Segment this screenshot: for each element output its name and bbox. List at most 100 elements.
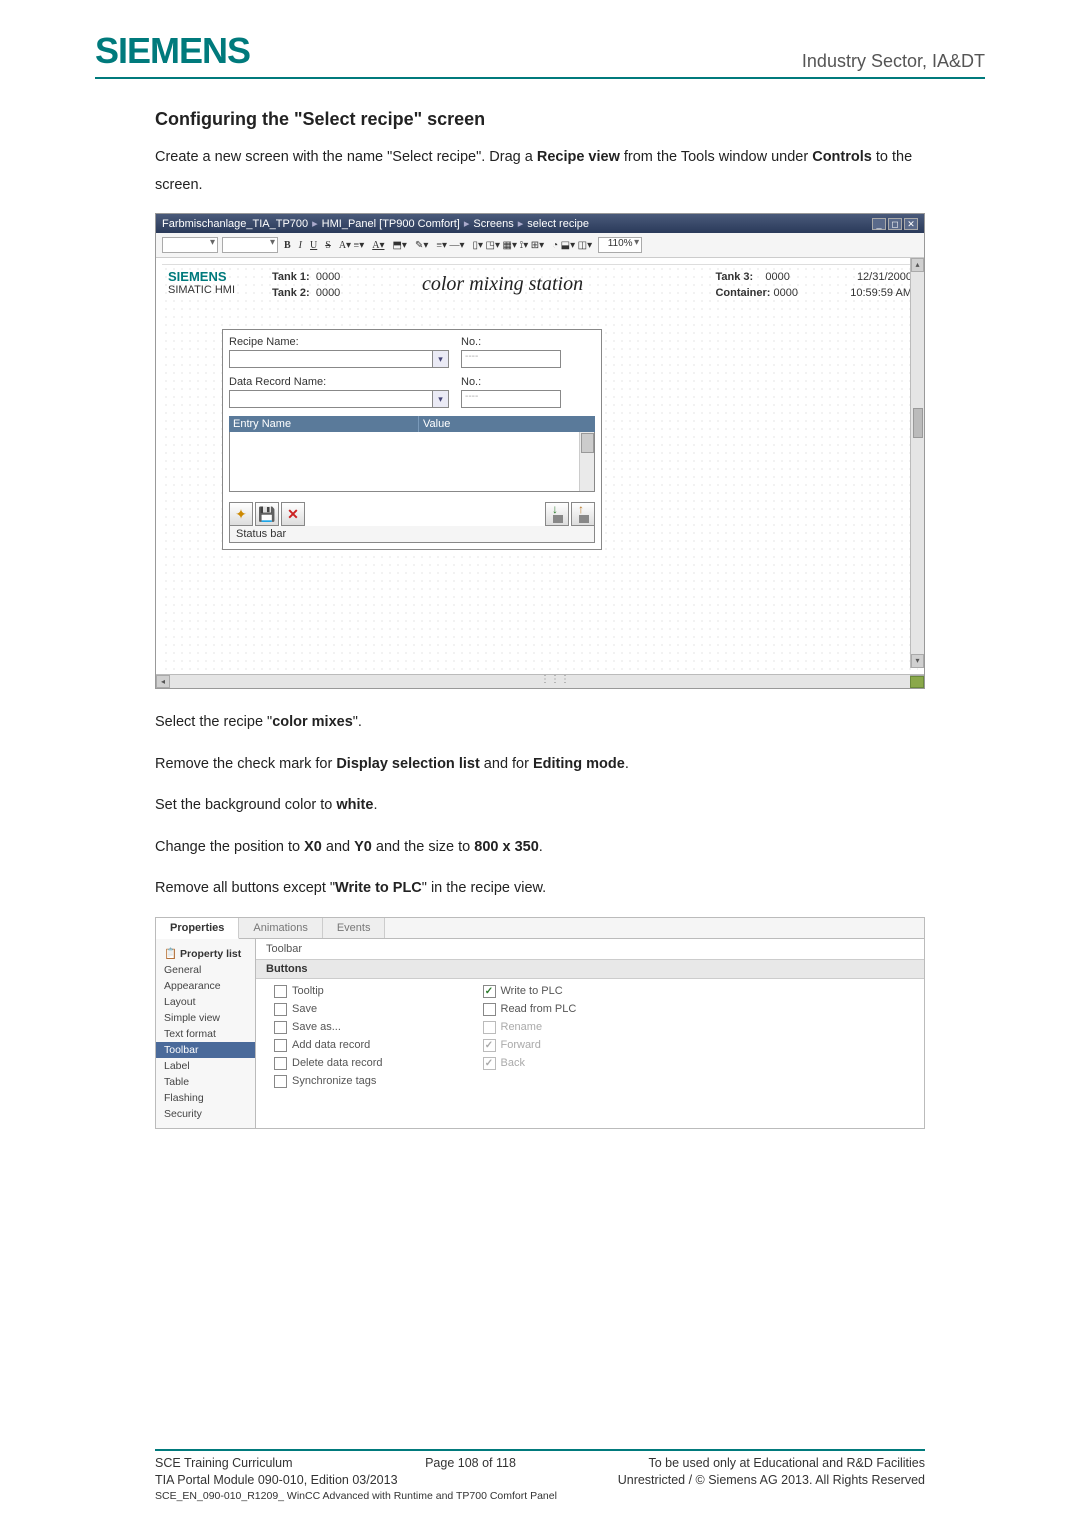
misc-tools-icon[interactable]: ◔ ⬓▾ ◫▾ — [550, 240, 594, 251]
chevron-down-icon[interactable]: ▾ — [432, 391, 448, 407]
maximize-icon[interactable]: ◻ — [888, 218, 902, 230]
font-color-icon[interactable]: A▾ — [370, 240, 386, 251]
save-icon[interactable]: 💾 — [255, 502, 279, 526]
chevron-down-icon[interactable]: ▾ — [432, 351, 448, 367]
text-tools-icon[interactable]: A▾ ≡▾ — [337, 240, 366, 251]
nav-item-toolbar[interactable]: Toolbar — [156, 1042, 255, 1058]
nav-item-layout[interactable]: Layout — [156, 994, 255, 1010]
section-title: Toolbar — [256, 939, 924, 960]
line-color-icon[interactable]: ✎▾ — [413, 240, 430, 251]
footer-page-number: Page 108 of 118 — [425, 1456, 516, 1470]
checkbox-icon[interactable] — [274, 1003, 287, 1016]
nav-item-simple-view[interactable]: Simple view — [156, 1010, 255, 1026]
checkbox-icon: ✓ — [483, 1057, 496, 1070]
recipe-no-input[interactable]: ---- — [461, 350, 561, 368]
font-dropdown[interactable] — [162, 237, 218, 253]
zoom-dropdown[interactable]: 110% — [598, 237, 642, 253]
tank3-value: 0000 — [765, 271, 789, 283]
nav-item-table[interactable]: Table — [156, 1074, 255, 1090]
canvas-vertical-scrollbar[interactable]: ▴ ▾ — [910, 258, 924, 668]
tab-events[interactable]: Events — [323, 918, 386, 938]
scroll-down-icon[interactable]: ▾ — [911, 654, 924, 668]
checkbox-row-write-to-plc[interactable]: ✓Write to PLC — [483, 985, 577, 998]
time-value: 10:59:59 AM — [850, 285, 912, 301]
underline-button[interactable]: U — [308, 240, 319, 251]
size-dropdown[interactable] — [222, 237, 278, 253]
checkbox-row-synchronize-tags[interactable]: Synchronize tags — [274, 1075, 383, 1088]
footer-right-1: To be used only at Educational and R&D F… — [648, 1456, 925, 1470]
checkbox-row-read-from-plc[interactable]: Read from PLC — [483, 1003, 577, 1016]
checkbox-label: Save — [292, 1003, 317, 1015]
checkbox-row-save[interactable]: Save — [274, 1003, 383, 1016]
entry-table-body[interactable] — [229, 432, 595, 492]
screen-canvas[interactable]: SIEMENS SIMATIC HMI Tank 1: 0000 Tank 2:… — [162, 264, 918, 682]
checkbox-icon[interactable]: ✓ — [483, 985, 496, 998]
scroll-up-icon[interactable]: ▴ — [911, 258, 924, 272]
checkbox-row-delete-data-record[interactable]: Delete data record — [274, 1057, 383, 1070]
checkbox-label: Rename — [501, 1021, 543, 1033]
close-icon[interactable]: ✕ — [904, 218, 918, 230]
minimize-icon[interactable]: _ — [872, 218, 886, 230]
grip-icon: ⋮⋮⋮ — [540, 674, 570, 685]
checkbox-icon[interactable] — [274, 985, 287, 998]
scroll-left-icon[interactable]: ◂ — [156, 675, 170, 688]
property-nav: 📋 Property list GeneralAppearanceLayoutS… — [156, 939, 256, 1128]
vertical-scrollbar[interactable] — [579, 432, 594, 491]
recipe-view-control[interactable]: Recipe Name: ▾ No.: ---- Data Record Nam… — [222, 329, 602, 550]
resize-grip-icon[interactable] — [910, 676, 924, 688]
page-footer: SCE Training Curriculum Page 108 of 118 … — [95, 1449, 985, 1502]
container-value: 0000 — [774, 287, 798, 299]
footer-small: SCE_EN_090-010_R1209_ WinCC Advanced wit… — [155, 1490, 925, 1502]
strike-button[interactable]: S — [323, 240, 333, 251]
breadcrumb-item[interactable]: HMI_Panel [TP900 Comfort] — [322, 218, 460, 230]
italic-button[interactable]: I — [297, 240, 304, 251]
tab-properties[interactable]: Properties — [156, 918, 239, 939]
canvas-horizontal-scrollbar[interactable]: ◂ ⋮⋮⋮ ▸ — [156, 674, 924, 688]
checkbox-row-tooltip[interactable]: Tooltip — [274, 985, 383, 998]
nav-item-label[interactable]: Label — [156, 1058, 255, 1074]
property-pane: Toolbar Buttons Tooltip Save Save as... Add… — [256, 939, 924, 1128]
checkbox-icon[interactable] — [483, 1003, 496, 1016]
align-group-icon[interactable]: ≡▾ —▾ — [434, 240, 466, 251]
read-from-plc-icon[interactable] — [571, 502, 595, 526]
new-record-icon[interactable]: ✦ — [229, 502, 253, 526]
canvas-simatic-label: SIMATIC HMI — [168, 284, 235, 296]
fill-color-icon[interactable]: ⬒▾ — [390, 240, 408, 251]
arrange-group-icon[interactable]: ▯▾ ◳▾ ▦▾ ⟟▾ ⊞▾ — [471, 240, 547, 251]
canvas-title: color mixing station — [422, 273, 583, 296]
canvas-siemens-logo: SIEMENS — [168, 269, 235, 284]
data-record-combo[interactable]: ▾ — [229, 390, 449, 408]
checkbox-icon[interactable] — [274, 1057, 287, 1070]
checkbox-label: Back — [501, 1057, 525, 1069]
checkbox-icon[interactable] — [274, 1021, 287, 1034]
nav-item-flashing[interactable]: Flashing — [156, 1090, 255, 1106]
data-record-no-input[interactable]: ---- — [461, 390, 561, 408]
data-record-no-label: No.: — [461, 376, 561, 388]
group-buttons-title: Buttons — [256, 960, 924, 979]
breadcrumb-item[interactable]: select recipe — [527, 218, 589, 230]
nav-item-appearance[interactable]: Appearance — [156, 978, 255, 994]
recipe-name-combo[interactable]: ▾ — [229, 350, 449, 368]
nav-item-text-format[interactable]: Text format — [156, 1026, 255, 1042]
checkbox-icon[interactable] — [274, 1039, 287, 1052]
checkbox-icon: ✓ — [483, 1039, 496, 1052]
checkbox-icon[interactable] — [274, 1075, 287, 1088]
recipe-status-bar: Status bar — [229, 526, 595, 543]
tab-animations[interactable]: Animations — [239, 918, 322, 938]
breadcrumb-item[interactable]: Farbmischanlage_TIA_TP700 — [162, 218, 308, 230]
instruction-line-2: Remove the check mark for Display select… — [155, 751, 925, 779]
breadcrumb-item[interactable]: Screens — [473, 218, 513, 230]
bold-button[interactable]: B — [282, 240, 293, 251]
data-record-label: Data Record Name: — [229, 376, 449, 388]
properties-tabs: PropertiesAnimationsEvents — [156, 918, 924, 939]
entry-table-header: Entry Name Value — [229, 416, 595, 432]
delete-icon[interactable]: ✕ — [281, 502, 305, 526]
nav-item-general[interactable]: General — [156, 962, 255, 978]
checkbox-row-save-as-[interactable]: Save as... — [274, 1021, 383, 1034]
checkbox-label: Forward — [501, 1039, 541, 1051]
recipe-toolbar: ✦ 💾 ✕ — [229, 502, 595, 526]
chevron-right-icon: ▸ — [518, 218, 524, 230]
write-to-plc-icon[interactable] — [545, 502, 569, 526]
nav-item-security[interactable]: Security — [156, 1106, 255, 1122]
checkbox-row-add-data-record[interactable]: Add data record — [274, 1039, 383, 1052]
